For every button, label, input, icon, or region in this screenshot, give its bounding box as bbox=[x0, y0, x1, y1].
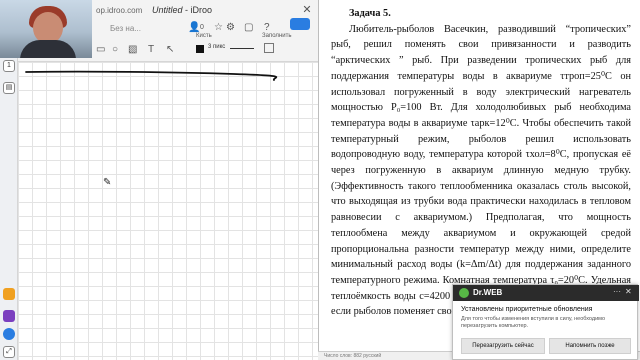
window-title: Untitled - iDroo bbox=[152, 5, 212, 15]
color-swatch[interactable] bbox=[196, 45, 204, 53]
app-name: - iDroo bbox=[185, 5, 213, 15]
star-icon[interactable]: ☆ bbox=[214, 22, 223, 34]
drweb-logo-icon bbox=[459, 288, 469, 298]
board-name-input[interactable]: Без на... bbox=[110, 24, 141, 33]
erase-label: Заполнить bbox=[262, 33, 292, 39]
popup-brand: Dr.WEB bbox=[473, 288, 503, 297]
close-icon[interactable]: ✕ bbox=[300, 3, 314, 17]
page-number[interactable]: 1 bbox=[3, 60, 15, 72]
popup-message: Для того чтобы изменения вступили в силу… bbox=[461, 316, 605, 329]
pages-icon[interactable]: ▤ bbox=[3, 82, 15, 94]
image-icon[interactable]: ▧ bbox=[128, 44, 137, 56]
remind-later-button[interactable]: Напомнить позже bbox=[549, 338, 631, 354]
webcam-body bbox=[20, 40, 76, 58]
rectangle-icon[interactable]: ▭ bbox=[96, 44, 105, 56]
more-icon[interactable]: ··· bbox=[613, 287, 621, 296]
drawn-stroke bbox=[25, 70, 278, 81]
screen: op.idroo.com Untitled - iDroo ✕ Без на..… bbox=[0, 0, 640, 360]
webcam-overlay bbox=[0, 0, 92, 58]
highlighter-icon[interactable] bbox=[3, 288, 15, 300]
chat-icon[interactable]: ▢ bbox=[244, 22, 253, 34]
url-text[interactable]: op.idroo.com bbox=[96, 6, 142, 15]
apps-icon[interactable] bbox=[3, 310, 15, 322]
pencil-cursor-icon: ✎ bbox=[103, 177, 112, 188]
document-body[interactable]: Задача 5. Любитель-рыболов Васечкин, раз… bbox=[331, 6, 631, 320]
task-paragraph: Любитель-рыболов Васечкин, разводивший “… bbox=[331, 23, 631, 318]
pointer-icon[interactable]: ↖ bbox=[166, 44, 174, 56]
popup-close-icon[interactable]: ✕ bbox=[625, 287, 632, 296]
task-heading: Задача 5. bbox=[349, 8, 391, 19]
settings-icon[interactable]: ⚙ bbox=[226, 22, 235, 34]
idroo-window: op.idroo.com Untitled - iDroo ✕ Без на..… bbox=[0, 0, 318, 360]
top-bar: op.idroo.com Untitled - iDroo ✕ Без на..… bbox=[0, 0, 318, 62]
record-icon[interactable] bbox=[3, 328, 15, 340]
pen-label: Кисть bbox=[196, 33, 212, 39]
circle-icon[interactable]: ○ bbox=[112, 44, 118, 56]
whiteboard-canvas[interactable] bbox=[18, 62, 318, 360]
board-title: Untitled bbox=[152, 5, 183, 15]
fullscreen-icon[interactable]: ⤢ bbox=[3, 346, 15, 358]
share-button[interactable] bbox=[290, 18, 310, 30]
restart-now-button[interactable]: Перезагрузить сейчас bbox=[461, 338, 545, 354]
left-rail: 1 ▤ ⤢ bbox=[0, 58, 18, 360]
pen-size[interactable]: 3 пикс bbox=[208, 44, 225, 50]
text-icon[interactable]: T bbox=[148, 44, 154, 56]
pen-size-slider[interactable] bbox=[230, 48, 254, 49]
popup-title: Установлены приоритетные обновления bbox=[461, 306, 593, 313]
popup-header: Dr.WEB ··· ✕ bbox=[453, 285, 639, 301]
fill-toggle[interactable] bbox=[264, 43, 274, 53]
drweb-notification: Dr.WEB ··· ✕ Установлены приоритетные об… bbox=[452, 284, 639, 360]
